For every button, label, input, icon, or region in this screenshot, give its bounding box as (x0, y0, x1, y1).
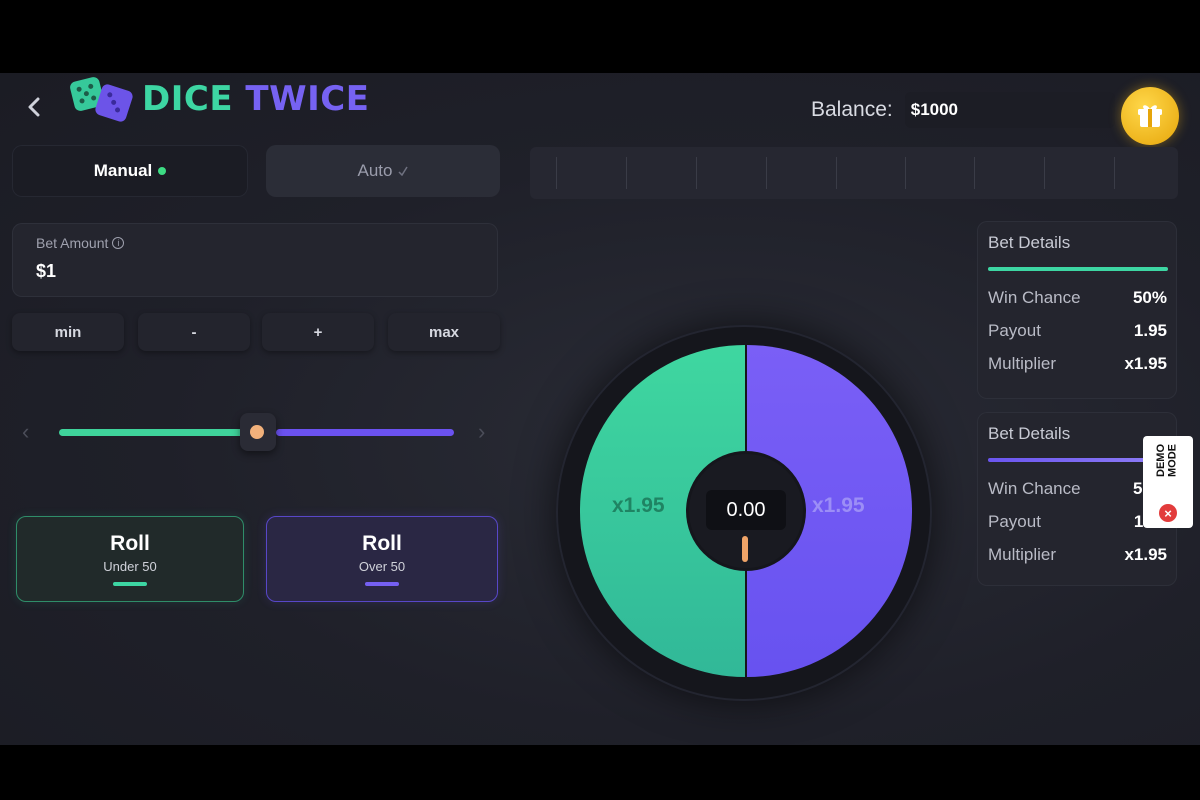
win-chance-value: 50% (1132, 287, 1167, 307)
win-chance-row: Win Chance 50% (988, 281, 1167, 314)
bet-details-under-panel: Bet Details Win Chance 50% Payout 1.95 M… (977, 221, 1177, 399)
multiplier-row: Multiplier x1.95 (988, 538, 1167, 571)
bet-amount-field[interactable]: Bet Amount i $1 (12, 223, 498, 297)
bet-amount-label-row: Bet Amount i (36, 235, 474, 251)
chevron-left-icon[interactable]: ‹ (22, 419, 29, 445)
active-dot-icon (158, 167, 167, 175)
max-button[interactable]: max (388, 313, 500, 351)
bet-amount-label: Bet Amount (36, 235, 109, 251)
tab-auto-label: Auto (357, 161, 393, 180)
logo-text: DICE TWICE (142, 79, 369, 119)
payout-value: 1.95 (1133, 320, 1167, 340)
info-icon[interactable]: i (112, 237, 125, 249)
panel-accent-line (988, 267, 1168, 271)
wheel-over-multiplier: x1.95 (812, 494, 865, 517)
balance-value: $1000 (904, 92, 1115, 128)
tab-manual[interactable]: Manual (12, 145, 248, 197)
win-chance-label: Win Chance (988, 478, 1081, 498)
payout-row: Payout 1.95 (988, 314, 1167, 347)
game-stage: DICE TWICE Balance: $1000 Manual Auto Be… (0, 73, 1200, 745)
panel-title: Bet Details (988, 233, 1071, 252)
target-slider[interactable]: ‹ › (12, 403, 500, 463)
demo-mode-badge[interactable]: DEMO MODE × (1143, 436, 1193, 528)
win-chance-label: Win Chance (988, 287, 1081, 307)
check-icon (398, 166, 409, 176)
roll-over-title: Roll (362, 532, 402, 555)
balance-display: Balance: $1000 (811, 92, 1115, 128)
close-icon[interactable]: × (1159, 504, 1177, 522)
roll-under-button[interactable]: Roll Under 50 (16, 516, 244, 602)
chevron-right-icon[interactable]: › (478, 419, 485, 445)
win-chance-row: Win Chance 50% (988, 472, 1167, 505)
roll-history-strip (530, 147, 1178, 199)
roll-under-indicator (113, 582, 147, 586)
payout-label: Payout (988, 511, 1041, 531)
increase-button[interactable]: + (262, 313, 374, 351)
gift-icon (1138, 105, 1162, 127)
wheel-needle-icon (742, 536, 748, 562)
demo-mode-line2: MODE (1167, 444, 1179, 477)
multiplier-value: x1.95 (1124, 544, 1167, 564)
bet-amount-value[interactable]: $1 (36, 261, 474, 282)
roll-under-subtitle: Under 50 (103, 559, 157, 574)
panel-title: Bet Details (988, 424, 1071, 443)
multiplier-label: Multiplier (988, 353, 1057, 373)
multiplier-value: x1.95 (1124, 353, 1167, 373)
slider-knob-icon (250, 425, 264, 439)
demo-mode-text: DEMO MODE (1155, 444, 1179, 477)
logo-word-dice: DICE (142, 79, 234, 119)
logo-word-twice: TWICE (245, 79, 370, 119)
gift-button[interactable] (1121, 87, 1179, 145)
multiplier-row: Multiplier x1.95 (988, 347, 1167, 380)
roll-over-button[interactable]: Roll Over 50 (266, 516, 498, 602)
panel-accent-line (988, 458, 1168, 462)
balance-label: Balance: (811, 98, 893, 121)
roll-result-readout: 0.00 (706, 490, 786, 530)
min-button[interactable]: min (12, 313, 124, 351)
game-logo: DICE TWICE (68, 75, 369, 124)
roll-over-subtitle: Over 50 (358, 559, 406, 574)
decrease-button[interactable]: - (138, 313, 250, 351)
chevron-left-icon (28, 97, 40, 117)
roll-over-indicator (365, 582, 399, 586)
tab-auto[interactable]: Auto (266, 145, 500, 197)
multiplier-label: Multiplier (988, 544, 1057, 564)
payout-label: Payout (988, 320, 1041, 340)
slider-track-over (276, 429, 454, 436)
payout-row: Payout 1.95 (988, 505, 1167, 538)
dice-icon (68, 75, 135, 124)
wheel-under-multiplier: x1.95 (612, 494, 665, 517)
back-button[interactable] (14, 87, 54, 127)
slider-track-under (59, 429, 255, 436)
roll-under-title: Roll (110, 532, 150, 555)
tab-manual-label: Manual (93, 161, 153, 180)
